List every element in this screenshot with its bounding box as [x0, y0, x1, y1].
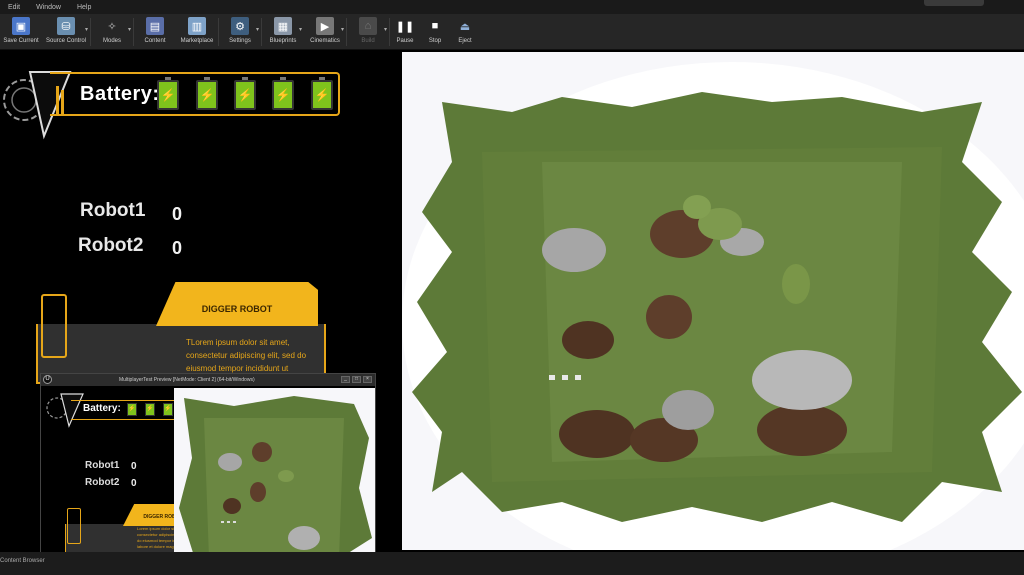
robot1-label: Robot1 — [80, 200, 146, 221]
preview-title: MultiplayerTest Preview [NetMode: Client… — [119, 377, 255, 383]
build-button[interactable]: ⌂ Build ▾ — [347, 14, 389, 50]
marketplace-icon: ▥ — [188, 17, 206, 35]
blueprints-icon: ▦ — [274, 17, 292, 35]
battery-icon — [67, 508, 81, 544]
chevron-down-icon[interactable]: ▾ — [341, 26, 344, 33]
stop-icon: ■ — [431, 20, 439, 32]
content-icon: ▤ — [146, 17, 164, 35]
content-button[interactable]: ▤ Content — [134, 14, 176, 50]
preview-terrain-scene — [179, 396, 372, 562]
eject-icon: ⏏ — [459, 20, 471, 33]
minimize-icon[interactable]: _ — [341, 376, 350, 383]
terrain-scene — [402, 62, 1024, 550]
menu-help[interactable]: Help — [69, 4, 99, 11]
battery-cell-icon: ⚡ — [145, 403, 155, 416]
preview-robot1-score: 0 — [131, 461, 137, 472]
battery-icon — [41, 294, 67, 358]
preview-robot1-label: Robot1 — [85, 460, 120, 471]
stop-button[interactable]: ■ Stop — [420, 14, 450, 50]
maximize-icon[interactable]: □ — [352, 376, 361, 383]
content-browser-tab[interactable]: Content Browser — [0, 558, 45, 564]
source-control-icon: ⛁ — [57, 17, 75, 35]
loading-dots — [221, 521, 236, 523]
save-icon: ▣ — [12, 17, 30, 35]
menu-edit[interactable]: Edit — [0, 4, 28, 11]
chevron-down-icon[interactable]: ▾ — [299, 26, 302, 33]
robot2-score: 0 — [172, 238, 183, 258]
save-current-button[interactable]: ▣ Save Current — [0, 14, 42, 50]
robot2-label: Robot2 — [78, 235, 144, 256]
battery-cell-icon: ⚡ — [163, 403, 173, 416]
game-viewport[interactable] — [402, 52, 1024, 550]
preview-robot2-label: Robot2 — [85, 477, 120, 488]
blueprints-button[interactable]: ▦ Blueprints ▾ — [262, 14, 304, 50]
battery-cell-icon: ⚡ — [311, 77, 333, 110]
preview-content: Battery: ⚡ ⚡ ⚡ ⚡ ⚡ Robot1 0 Robot2 0 DIG… — [41, 386, 375, 562]
search-tab[interactable] — [924, 0, 984, 6]
battery-label: Battery: — [80, 83, 160, 105]
preview-window[interactable]: U MultiplayerTest Preview [NetMode: Clie… — [40, 373, 376, 563]
close-icon[interactable]: × — [363, 376, 372, 383]
source-control-button[interactable]: ⛁ Source Control ▾ — [42, 14, 90, 50]
battery-cell-icon: ⚡ — [127, 403, 137, 416]
preview-robot2-score: 0 — [131, 478, 137, 489]
cinematics-icon: ▶ — [316, 17, 334, 35]
settings-button[interactable]: ⚙ Settings ▾ — [219, 14, 261, 50]
robot1-score: 0 — [172, 204, 183, 224]
status-bar — [0, 552, 1024, 575]
chevron-down-icon[interactable]: ▾ — [128, 26, 131, 33]
chevron-down-icon[interactable]: ▾ — [85, 26, 88, 33]
preview-battery-label: Battery: — [83, 403, 121, 414]
loading-dots — [549, 375, 581, 380]
eject-button[interactable]: ⏏ Eject — [450, 14, 480, 50]
menu-bar: Edit Window Help — [0, 0, 1024, 14]
pause-icon: ❚❚ — [395, 20, 415, 33]
preview-game-viewport[interactable] — [174, 388, 375, 562]
battery-cell-icon: ⚡ — [272, 77, 294, 110]
battery-cell-icon: ⚡ — [196, 77, 218, 110]
chevron-down-icon[interactable]: ▾ — [384, 26, 387, 33]
modes-icon: ✧ — [107, 20, 117, 33]
unreal-logo-icon: U — [43, 375, 52, 384]
pause-button[interactable]: ❚❚ Pause — [390, 14, 420, 50]
marketplace-button[interactable]: ▥ Marketplace — [176, 14, 218, 50]
chevron-down-icon[interactable]: ▾ — [256, 26, 259, 33]
digger-description: TLorem ipsum dolor sit amet, consectetur… — [186, 338, 307, 373]
toolbar: ▣ Save Current ⛁ Source Control ▾ ✧ Mode… — [0, 14, 1024, 50]
settings-icon: ⚙ — [231, 17, 249, 35]
build-icon: ⌂ — [359, 17, 377, 35]
cinematics-button[interactable]: ▶ Cinematics ▾ — [304, 14, 346, 50]
battery-cell-icon: ⚡ — [157, 77, 179, 110]
battery-cell-icon: ⚡ — [234, 77, 256, 110]
preview-titlebar[interactable]: U MultiplayerTest Preview [NetMode: Clie… — [41, 374, 375, 386]
menu-window[interactable]: Window — [28, 4, 69, 11]
digger-card-title: DIGGER ROBOT — [156, 282, 318, 326]
modes-button[interactable]: ✧ Modes ▾ — [91, 14, 133, 50]
